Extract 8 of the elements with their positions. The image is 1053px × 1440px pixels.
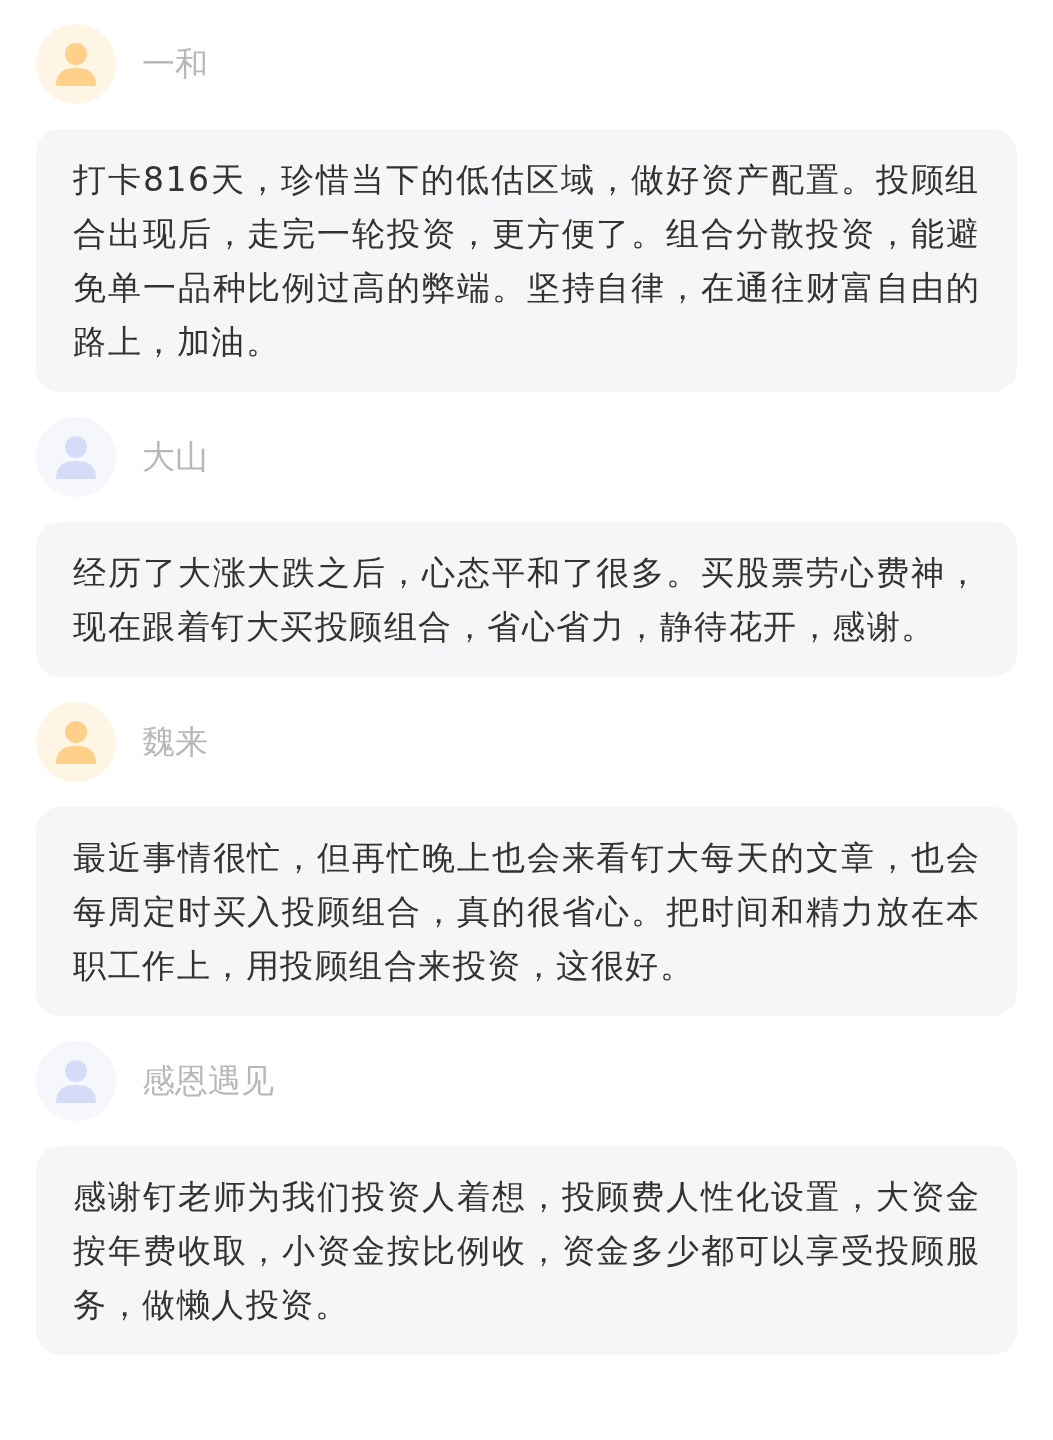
- user-name: 大山: [142, 435, 208, 478]
- comment-text: 经历了大涨大跌之后，心态平和了很多。买股票劳心费神，现在跟着钉大买投顾组合，省心省力，静待花开，感谢。: [73, 552, 980, 648]
- comment-text: 最近事情很忙，但再忙晚上也会来看钉大每天的文章，也会每周定时买入投顾组合，真的很省心。把时间和精力放在本职工作上，用投顾组合来投资，这很好。: [73, 837, 980, 987]
- user-name: 一和: [142, 42, 208, 85]
- comment-text: 打卡816天，珍惜当下的低估区域，做好资产配置。投顾组合出现后，走完一轮投资，更方便了。组合分散投资，能避免单一品种比例过高的弊端。坚持自律，在通往财富自由的路上，加油。: [73, 159, 980, 363]
- comment-text: 感谢钉老师为我们投资人着想，投顾费人性化设置，大资金按年费收取，小资金按比例收，资金多少都可以享受投顾服务，做懒人投资。: [73, 1176, 980, 1326]
- user-name: 感恩遇见: [142, 1059, 274, 1102]
- user-name: 魏来: [142, 720, 208, 763]
